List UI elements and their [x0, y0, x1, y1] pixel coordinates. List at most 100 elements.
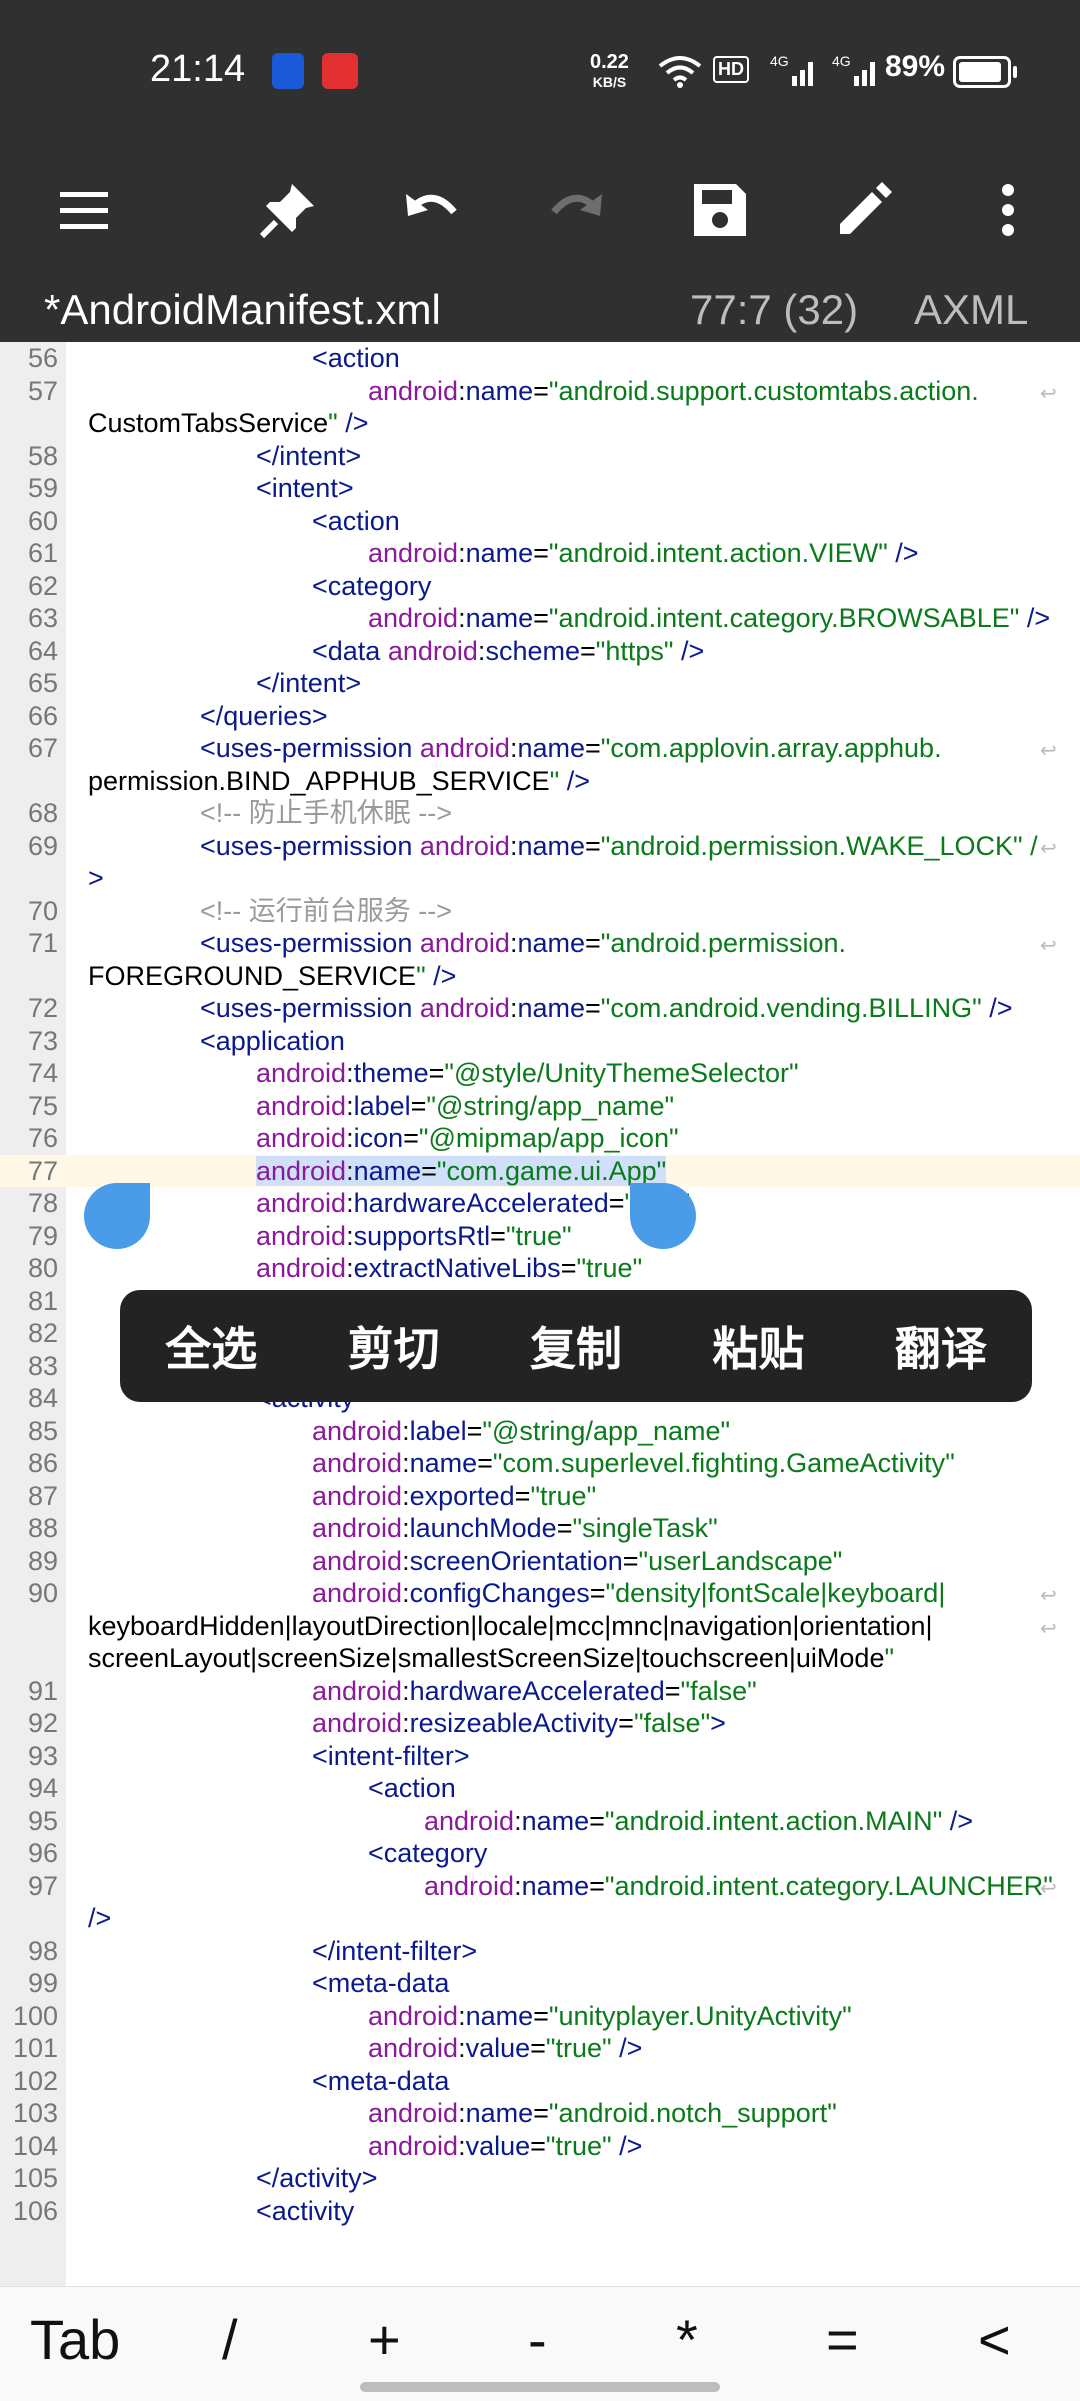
code-text: android:label="@string/app_name"	[256, 1090, 675, 1121]
code-line: 77 android:name="com.game.ui.App"	[0, 1154, 1080, 1187]
edit-icon[interactable]	[824, 170, 904, 250]
line-number: 84	[27, 1383, 58, 1413]
code-text: android:name="com.superlevel.fighting.Ga…	[312, 1448, 955, 1478]
code-line: 72 <uses-permission android:name="com.and…	[0, 992, 1080, 1025]
copy-button[interactable]: 复制	[530, 1313, 622, 1379]
save-icon[interactable]	[680, 170, 760, 250]
code-line: 68 <!-- 防止手机休眠 -->	[0, 797, 1080, 830]
code-line: 57 android:name="android.support.customta…	[0, 375, 1080, 408]
line-number: 104	[12, 2130, 58, 2161]
line-number: 60	[27, 505, 58, 536]
translate-button[interactable]: 翻译	[895, 1313, 987, 1379]
line-number: 81	[27, 1285, 58, 1316]
battery-icon	[953, 56, 1017, 88]
line-number: 82	[27, 1318, 58, 1348]
key-minus[interactable]: -	[528, 2307, 547, 2372]
wrap-icon: ↩	[1040, 935, 1057, 957]
code-text: </intent>	[256, 668, 362, 698]
code-text: FOREGROUND_SERVICE" />	[88, 960, 457, 991]
code-text: android:value="true" />	[368, 2130, 643, 2161]
code-text: android:exported="true"	[312, 1480, 597, 1511]
key-plus[interactable]: +	[368, 2307, 401, 2372]
code-line: 100 android:name="unityplayer.UnityActivi…	[0, 2000, 1080, 2033]
menu-icon[interactable]	[44, 170, 124, 250]
code-line: CustomTabsService" />	[0, 407, 1080, 440]
code-text: android:resizeableActivity="false">	[312, 1708, 726, 1738]
code-text: <!-- 防止手机休眠 -->	[200, 798, 453, 828]
code-line: 106 <activity	[0, 2195, 1080, 2228]
code-text: <uses-permission android:name="android.p…	[200, 928, 846, 958]
line-number: 103	[12, 2098, 58, 2128]
code-text: keyboardHidden|layoutDirection|locale|mc…	[88, 1610, 933, 1641]
line-number: 66	[27, 700, 58, 731]
file-name[interactable]: *AndroidManifest.xml	[44, 286, 441, 334]
wifi-icon	[658, 56, 702, 88]
line-number: 80	[27, 1253, 58, 1283]
code-text: <category	[312, 570, 432, 601]
line-number: 91	[27, 1675, 58, 1706]
wrap-icon: ↩	[1040, 1877, 1057, 1900]
line-number: 71	[27, 928, 58, 958]
code-line: 63 android:name="android.intent.category.…	[0, 602, 1080, 635]
selection-handle-start[interactable]	[84, 1183, 150, 1249]
wrap-icon: ↩	[1040, 382, 1057, 405]
line-number: 86	[27, 1448, 58, 1478]
status-bar: 21:14 0.22 KB/S HD 4G 4G 89%	[0, 0, 1080, 140]
code-line: 59 <intent>	[0, 472, 1080, 505]
more-icon[interactable]	[968, 170, 1048, 250]
code-text: </intent>	[256, 440, 362, 471]
battery-percent: 89%	[885, 50, 946, 83]
line-number: 58	[27, 440, 58, 471]
line-number: 59	[27, 473, 58, 503]
cut-button[interactable]: 剪切	[348, 1313, 440, 1379]
line-number: 89	[27, 1545, 58, 1576]
wrap-icon: ↩	[1040, 1617, 1057, 1640]
code-text: <intent>	[256, 473, 354, 503]
code-text: android:label="@string/app_name"	[312, 1415, 731, 1446]
key-tab[interactable]: Tab	[30, 2307, 120, 2372]
pin-icon[interactable]	[248, 170, 328, 250]
select-all-button[interactable]: 全选	[165, 1313, 257, 1379]
key-slash[interactable]: /	[222, 2307, 238, 2372]
code-line: screenLayout|screenSize|smallestScreenSi…	[0, 1642, 1080, 1675]
code-text: android:hardwareAccelerated="true"	[256, 1188, 690, 1218]
syntax-mode[interactable]: AXML	[914, 286, 1028, 334]
code-text: android:name="android.intent.action.VIEW…	[368, 538, 919, 568]
code-text: android:name="android.intent.category.BR…	[368, 603, 1051, 633]
line-number: 73	[27, 1025, 58, 1056]
line-number: 96	[27, 1838, 58, 1868]
code-text: />	[88, 1903, 112, 1933]
code-line: 71 <uses-permission android:name="android…	[0, 927, 1080, 960]
gesture-bar[interactable]	[360, 2382, 720, 2392]
code-text: android:name="android.notch_support"	[368, 2098, 837, 2128]
code-line: 104 android:value="true" />	[0, 2130, 1080, 2163]
paste-button[interactable]: 粘贴	[712, 1313, 804, 1379]
code-line: 101 android:value="true" />	[0, 2032, 1080, 2065]
code-line: 103 android:name="android.notch_support"	[0, 2097, 1080, 2130]
code-text: <action	[312, 505, 400, 536]
redo-icon[interactable]	[536, 170, 616, 250]
code-line: 102 <meta-data	[0, 2065, 1080, 2098]
wrap-icon: ↩	[1040, 740, 1057, 762]
code-text: android:name="unityplayer.UnityActivity"	[368, 2000, 852, 2031]
code-text: </intent-filter>	[312, 1935, 478, 1966]
signal-icon: 4G	[770, 53, 813, 86]
code-text: </queries>	[200, 700, 328, 731]
code-text: <meta-data	[312, 2065, 450, 2096]
code-line: 62 <category	[0, 570, 1080, 603]
code-line: 96 <category	[0, 1837, 1080, 1870]
wrap-icon: ↩	[1040, 1585, 1057, 1607]
code-text: <data android:scheme="https" />	[312, 635, 705, 666]
key-equals[interactable]: =	[826, 2307, 859, 2372]
line-number: 56	[27, 343, 58, 373]
line-number: 72	[27, 993, 58, 1023]
undo-icon[interactable]	[392, 170, 472, 250]
code-line: 56 <action	[0, 342, 1080, 375]
code-text: <meta-data	[312, 1968, 450, 1998]
key-asterisk[interactable]: *	[676, 2307, 698, 2372]
code-line: />	[0, 1902, 1080, 1935]
key-less-than[interactable]: <	[978, 2307, 1011, 2372]
toolbar	[0, 140, 1080, 278]
code-line: 74 android:theme="@style/UnityThemeSelect…	[0, 1057, 1080, 1090]
selection-handle-end[interactable]	[630, 1183, 696, 1249]
